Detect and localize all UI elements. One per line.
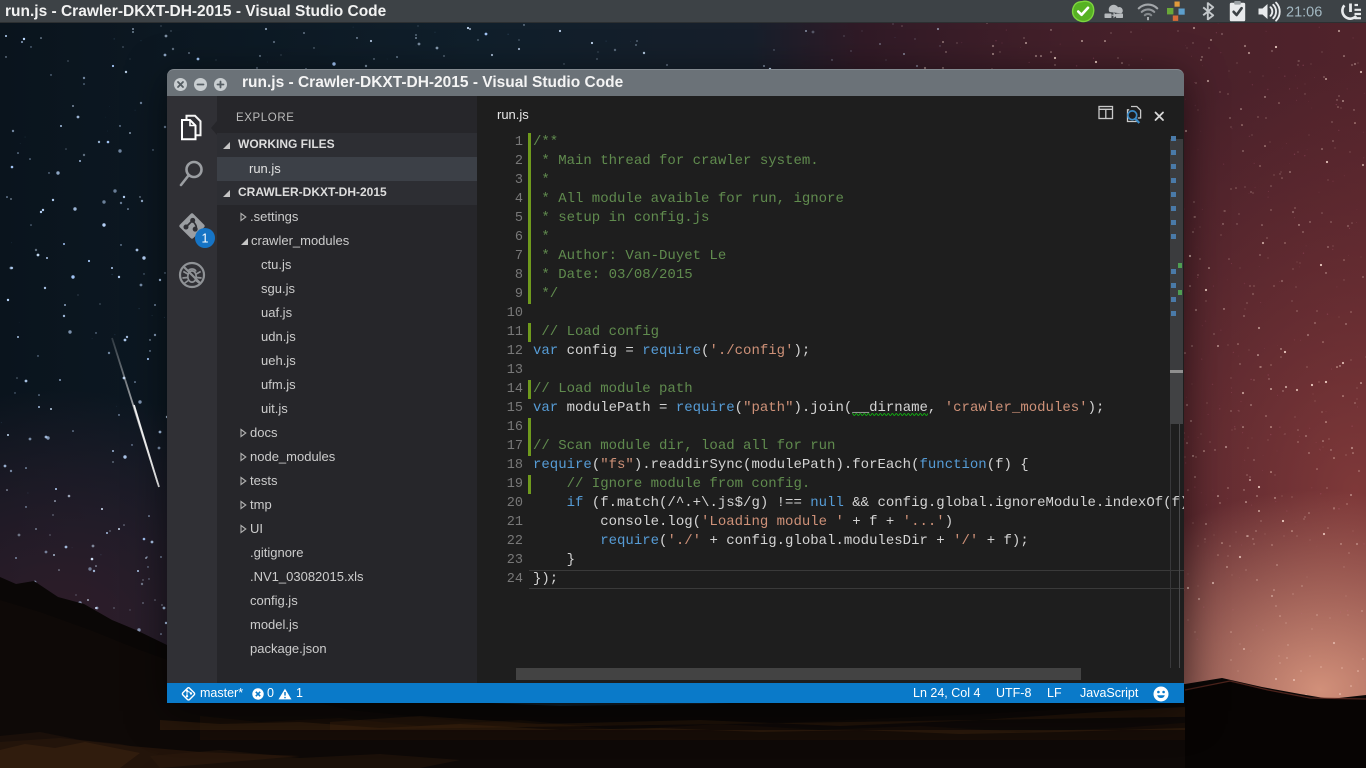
svg-text:1: 1 (202, 232, 209, 246)
svg-text:21:06: 21:06 (1286, 5, 1322, 21)
